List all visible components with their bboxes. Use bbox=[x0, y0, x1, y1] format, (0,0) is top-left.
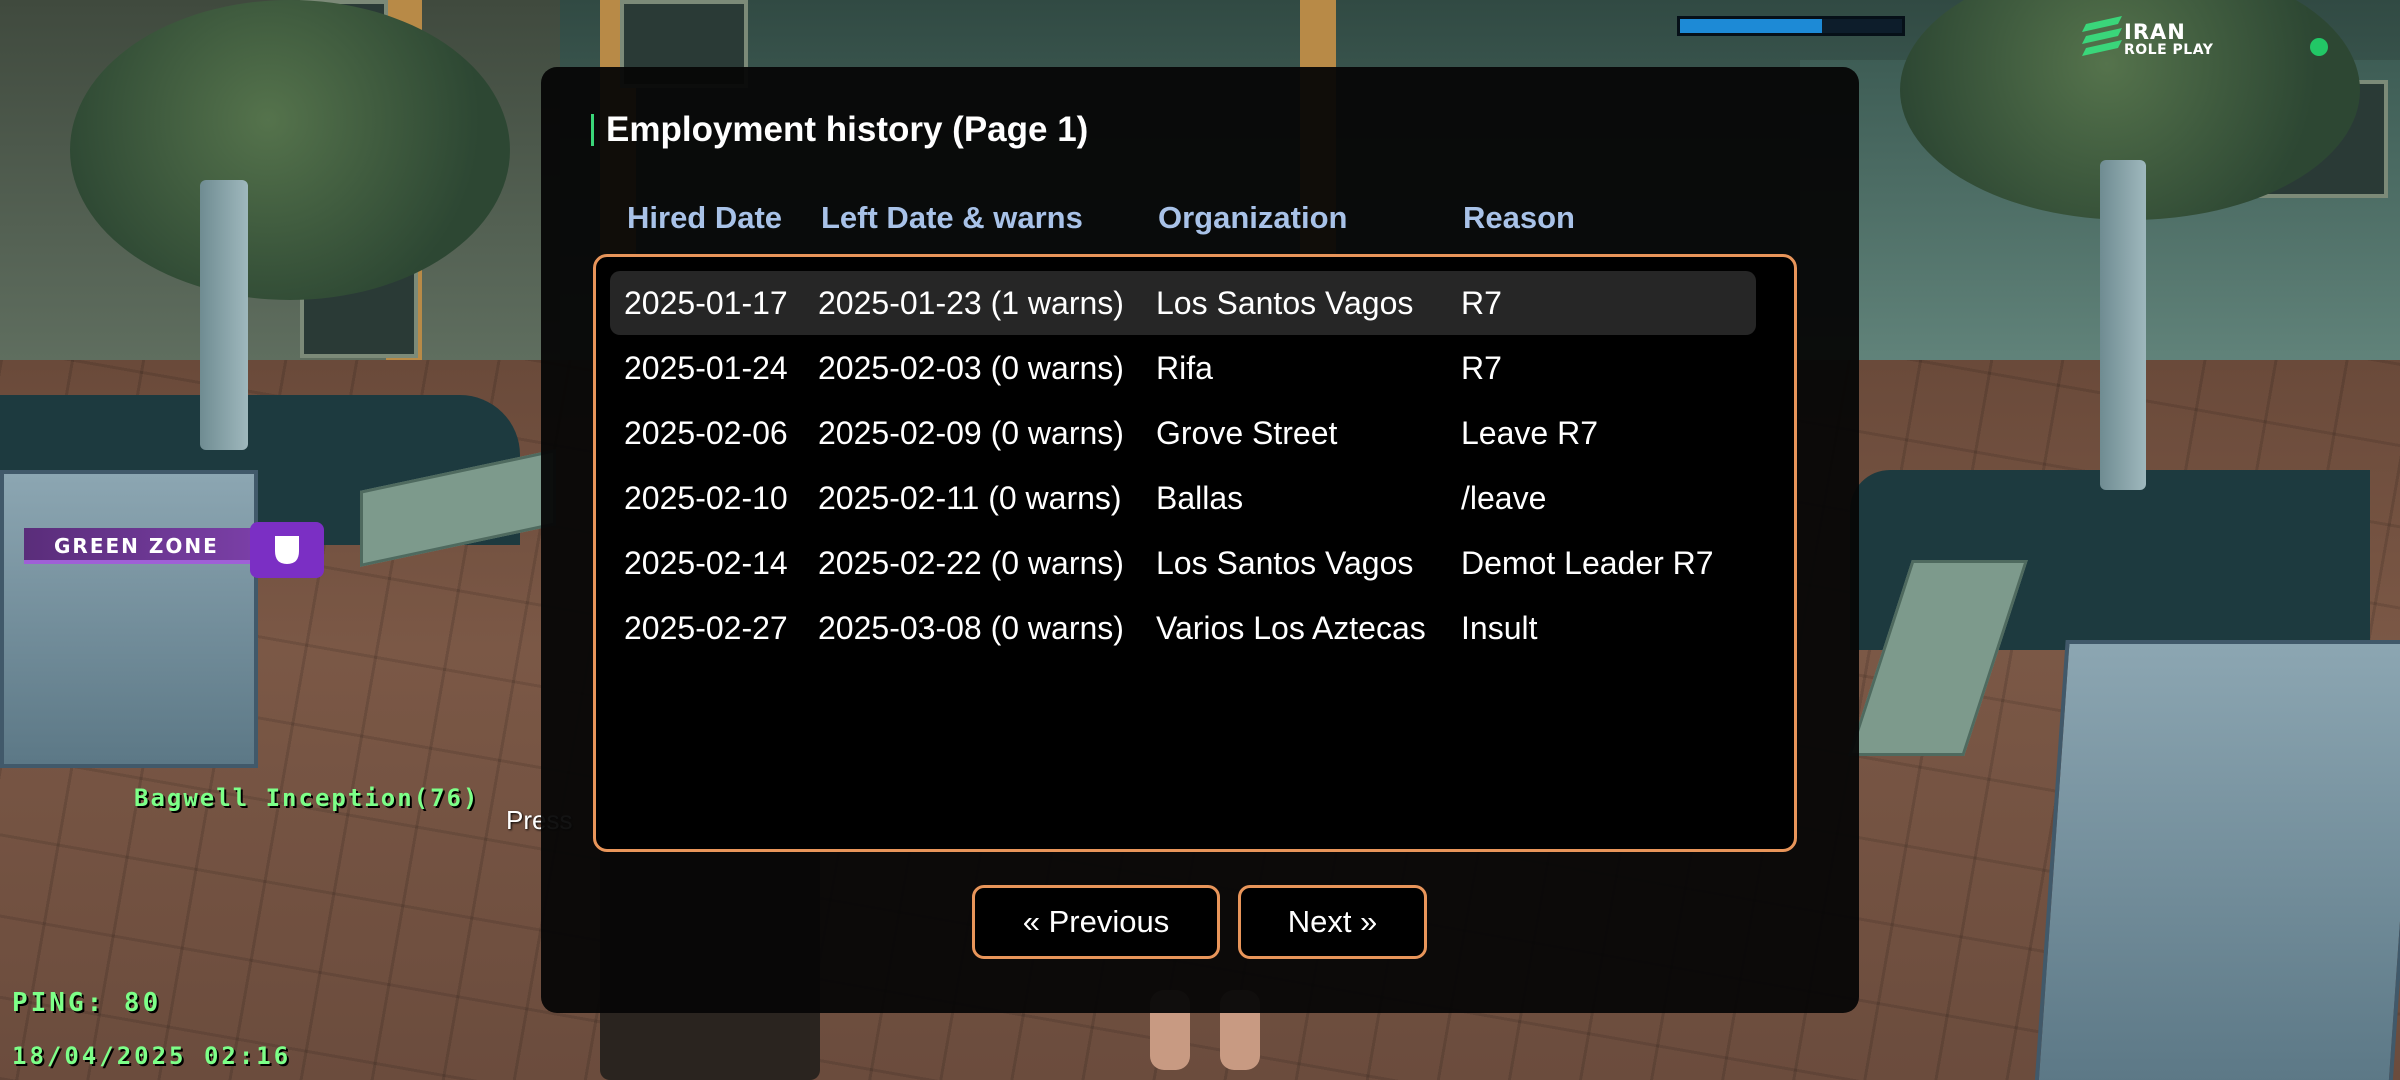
dialog-header: Employment history (Page 1) bbox=[591, 105, 1088, 155]
cell-organization: Los Santos Vagos bbox=[1156, 545, 1414, 581]
date-time-display: 18/04/2025 02:16 bbox=[12, 1042, 292, 1070]
cell-left-date: 2025-02-09 (0 warns) bbox=[818, 415, 1124, 451]
cell-reason: /leave bbox=[1461, 480, 1547, 516]
cell-left-date: 2025-02-03 (0 warns) bbox=[818, 350, 1124, 386]
shield-icon bbox=[250, 522, 324, 578]
cell-hired-date: 2025-02-10 bbox=[624, 480, 788, 516]
previous-page-button[interactable]: « Previous bbox=[972, 885, 1220, 959]
cell-reason: Insult bbox=[1461, 610, 1538, 646]
employment-history-dialog: Employment history (Page 1) Hired Date L… bbox=[541, 67, 1859, 1013]
cell-organization: Varios Los Aztecas bbox=[1156, 610, 1426, 646]
cell-hired-date: 2025-02-27 bbox=[624, 610, 788, 646]
table-row[interactable]: 2025-02-10 2025-02-11 (0 warns) Ballas /… bbox=[610, 466, 1756, 530]
logo-text-roleplay: ROLE PLAY bbox=[2124, 42, 2214, 58]
player-nametag: Bagwell Inception(76) bbox=[134, 784, 480, 812]
cell-reason: Leave R7 bbox=[1461, 415, 1598, 451]
server-logo: IRAN ROLE PLAY bbox=[2082, 14, 2222, 60]
logo-text-iran: IRAN bbox=[2124, 20, 2186, 44]
cell-left-date: 2025-02-11 (0 warns) bbox=[818, 480, 1122, 516]
table-row[interactable]: 2025-02-27 2025-03-08 (0 warns) Varios L… bbox=[610, 596, 1756, 660]
history-table: 2025-01-17 2025-01-23 (1 warns) Los Sant… bbox=[593, 254, 1797, 852]
next-page-button[interactable]: Next » bbox=[1238, 885, 1427, 959]
table-row[interactable]: 2025-02-06 2025-02-09 (0 warns) Grove St… bbox=[610, 401, 1756, 465]
dialog-title: Employment history (Page 1) bbox=[606, 110, 1089, 149]
cell-left-date: 2025-02-22 (0 warns) bbox=[818, 545, 1124, 581]
title-accent-bar bbox=[591, 114, 594, 146]
logo-stripes-icon bbox=[2082, 16, 2122, 56]
table-row[interactable]: 2025-01-24 2025-02-03 (0 warns) Rifa R7 bbox=[610, 336, 1756, 400]
cell-hired-date: 2025-01-24 bbox=[624, 350, 788, 386]
cell-reason: R7 bbox=[1461, 350, 1502, 386]
zone-label: GREEN ZONE bbox=[24, 528, 252, 564]
zone-indicator: GREEN ZONE bbox=[24, 522, 324, 578]
cell-hired-date: 2025-02-14 bbox=[624, 545, 788, 581]
cell-organization: Grove Street bbox=[1156, 415, 1338, 451]
cell-left-date: 2025-03-08 (0 warns) bbox=[818, 610, 1124, 646]
cell-organization: Los Santos Vagos bbox=[1156, 285, 1414, 321]
column-header-hired-date: Hired Date bbox=[627, 200, 783, 235]
cell-hired-date: 2025-02-06 bbox=[624, 415, 788, 451]
cell-organization: Ballas bbox=[1156, 480, 1244, 516]
cell-organization: Rifa bbox=[1156, 350, 1213, 386]
health-bar-fill bbox=[1680, 19, 1823, 33]
table-row[interactable]: 2025-02-14 2025-02-22 (0 warns) Los Sant… bbox=[610, 531, 1756, 595]
column-header-reason: Reason bbox=[1463, 200, 1575, 235]
ping-display: PING: 80 bbox=[12, 988, 162, 1018]
connection-status-icon bbox=[2310, 38, 2328, 56]
column-header-organization: Organization bbox=[1158, 200, 1348, 235]
cell-left-date: 2025-01-23 (1 warns) bbox=[818, 285, 1124, 321]
health-bar bbox=[1677, 16, 1905, 36]
table-row[interactable]: 2025-01-17 2025-01-23 (1 warns) Los Sant… bbox=[610, 271, 1756, 335]
cell-hired-date: 2025-01-17 bbox=[624, 285, 788, 321]
cell-reason: R7 bbox=[1461, 285, 1502, 321]
cell-reason: Demot Leader R7 bbox=[1461, 545, 1714, 581]
column-header-left-date: Left Date & warns bbox=[821, 200, 1083, 235]
